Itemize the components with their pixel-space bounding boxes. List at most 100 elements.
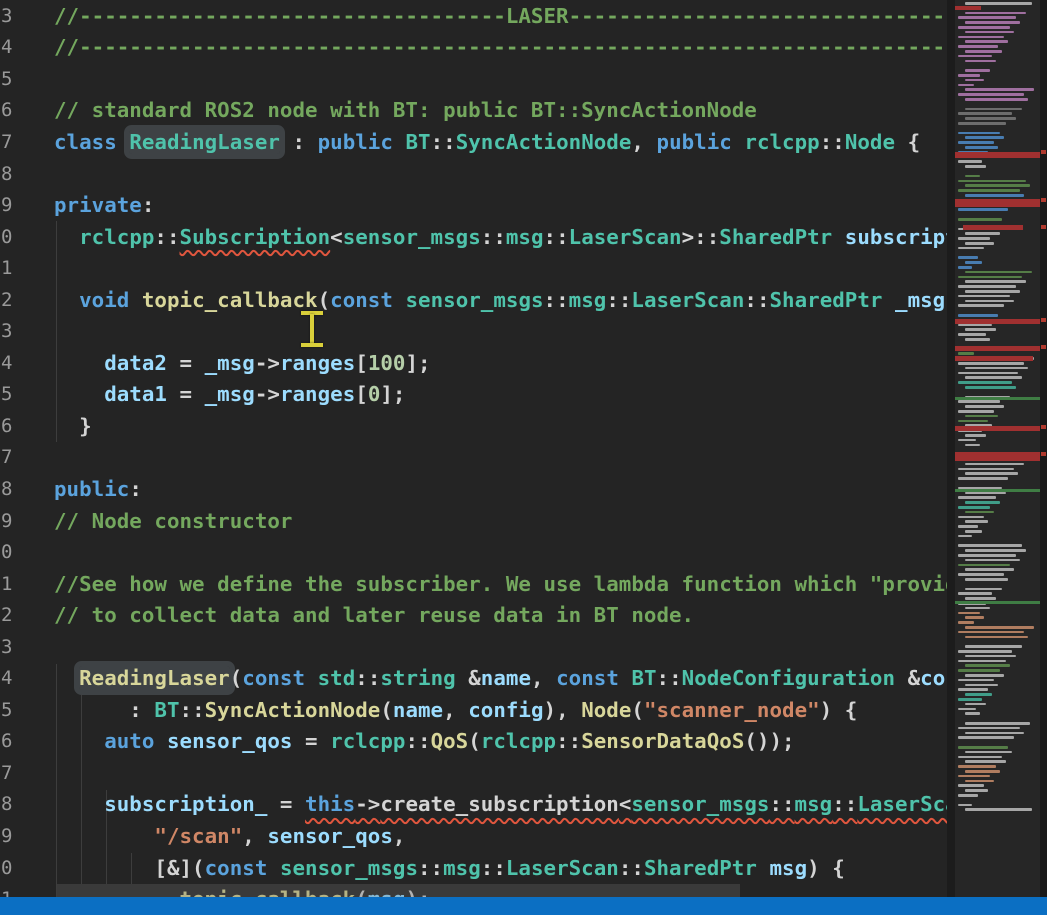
- minimap-code-row: [965, 2, 1032, 5]
- overview-ruler-scrollbar[interactable]: [1040, 0, 1047, 897]
- code-line-text: "/scan", sensor_qos,: [14, 824, 405, 848]
- minimap-code-row: [958, 247, 984, 250]
- code-line[interactable]: 3: [0, 631, 947, 663]
- code-line-text: data1 = _msg->ranges[0];: [14, 382, 405, 406]
- code-line[interactable]: 9// Node constructor: [0, 505, 947, 537]
- line-number[interactable]: 7: [0, 131, 14, 153]
- line-number[interactable]: 4: [0, 352, 14, 374]
- code-line[interactable]: 0 rclcpp::Subscription<sensor_msgs::msg:…: [0, 221, 947, 253]
- code-line-text: public:: [14, 477, 142, 501]
- code-line[interactable]: 2// to collect data and later reuse data…: [0, 599, 947, 631]
- code-line[interactable]: 5 : BT::SyncActionNode(name, config), No…: [0, 694, 947, 726]
- minimap-code-row: [965, 664, 1010, 667]
- code-line[interactable]: 7class ReadingLaser : public BT::SyncAct…: [0, 126, 947, 158]
- code-line[interactable]: 6 }: [0, 410, 947, 442]
- line-number[interactable]: 2: [0, 604, 14, 626]
- code-editor-viewport[interactable]: 3//----------------------------------LAS…: [0, 0, 947, 897]
- minimap-code-row: [958, 525, 978, 528]
- code-line[interactable]: 6 auto sensor_qos = rclcpp::QoS(rclcpp::…: [0, 726, 947, 758]
- minimap-code-row: [958, 784, 984, 787]
- code-line[interactable]: 4 ReadingLaser(const std::string &name, …: [0, 662, 947, 694]
- code-line[interactable]: 8: [0, 158, 947, 190]
- code-line[interactable]: 2 void topic_callback(const sensor_msgs:…: [0, 284, 947, 316]
- line-number[interactable]: 8: [0, 478, 14, 500]
- minimap-error-marker: [955, 319, 1040, 324]
- overview-ruler-error-mark: [1041, 225, 1046, 229]
- code-line[interactable]: 3//----------------------------------LAS…: [0, 0, 947, 32]
- minimap-code-row: [958, 506, 990, 509]
- line-number[interactable]: 4: [0, 36, 14, 58]
- line-number[interactable]: 3: [0, 636, 14, 658]
- minimap-code-row: [958, 621, 974, 624]
- line-number[interactable]: 1: [0, 573, 14, 595]
- minimap-code-row: [965, 684, 998, 687]
- code-line[interactable]: 8 subscription_ = this->create_subscript…: [0, 789, 947, 821]
- code-line-text: data2 = _msg->ranges[100];: [14, 351, 431, 375]
- code-line[interactable]: 1//See how we define the subscriber. We …: [0, 568, 947, 600]
- line-number[interactable]: 0: [0, 226, 14, 248]
- line-number[interactable]: 5: [0, 383, 14, 405]
- line-number[interactable]: 9: [0, 194, 14, 216]
- minimap-code-row: [958, 496, 996, 499]
- code-line[interactable]: 3: [0, 315, 947, 347]
- code-line-text: //See how we define the subscriber. We u…: [14, 572, 947, 596]
- editor-minimap-divider: [947, 0, 955, 897]
- line-number[interactable]: 8: [0, 793, 14, 815]
- code-line[interactable]: 4 data2 = _msg->ranges[100];: [0, 347, 947, 379]
- minimap-code-row: [965, 271, 1032, 274]
- line-number[interactable]: 5: [0, 68, 14, 90]
- line-number[interactable]: 6: [0, 99, 14, 121]
- code-line[interactable]: 9private:: [0, 189, 947, 221]
- line-number[interactable]: 9: [0, 825, 14, 847]
- code-line[interactable]: 5: [0, 63, 947, 95]
- line-number[interactable]: 2: [0, 289, 14, 311]
- line-number[interactable]: 4: [0, 667, 14, 689]
- line-number[interactable]: 0: [0, 857, 14, 879]
- minimap-code-row: [965, 444, 980, 447]
- line-number[interactable]: 0: [0, 541, 14, 563]
- code-line[interactable]: 1: [0, 252, 947, 284]
- minimap[interactable]: [955, 0, 1040, 897]
- minimap-code-row: [965, 376, 1022, 379]
- line-number[interactable]: 7: [0, 446, 14, 468]
- code-line[interactable]: 6// standard ROS2 node with BT: public B…: [0, 95, 947, 127]
- minimap-code-row: [958, 16, 1016, 19]
- minimap-code-row: [965, 607, 990, 610]
- code-line[interactable]: 4//-------------------------------------…: [0, 32, 947, 64]
- minimap-code-row: [965, 472, 1018, 475]
- minimap-separator-line: [955, 489, 1040, 492]
- line-number[interactable]: 5: [0, 699, 14, 721]
- line-number[interactable]: 3: [0, 320, 14, 342]
- code-line[interactable]: 7: [0, 442, 947, 474]
- code-line[interactable]: 8public:: [0, 473, 947, 505]
- overview-ruler-error-mark: [1041, 452, 1046, 456]
- minimap-code-row: [965, 136, 1004, 139]
- line-number[interactable]: 8: [0, 163, 14, 185]
- overview-ruler-error-mark: [1041, 345, 1046, 349]
- line-number[interactable]: 7: [0, 762, 14, 784]
- minimap-code-row: [958, 708, 976, 711]
- minimap-code-row: [965, 780, 994, 783]
- minimap-code-row: [958, 372, 1018, 375]
- line-number[interactable]: 1: [0, 257, 14, 279]
- code-line-text: //----------------------------------LASE…: [14, 4, 947, 28]
- minimap-code-row: [958, 650, 1012, 653]
- minimap-code-row: [965, 108, 1022, 111]
- code-line[interactable]: 0 [&](const sensor_msgs::msg::LaserScan:…: [0, 852, 947, 884]
- code-line[interactable]: 1 topic_callback(msg);: [0, 883, 947, 897]
- line-number[interactable]: 3: [0, 5, 14, 27]
- minimap-code-row: [958, 756, 1002, 759]
- minimap-error-marker: [955, 356, 1033, 361]
- code-line[interactable]: 7: [0, 757, 947, 789]
- line-number[interactable]: 1: [0, 888, 14, 897]
- line-number[interactable]: 6: [0, 415, 14, 437]
- line-number[interactable]: 9: [0, 510, 14, 532]
- line-number[interactable]: 6: [0, 730, 14, 752]
- code-line[interactable]: 0: [0, 536, 947, 568]
- code-line-text: auto sensor_qos = rclcpp::QoS(rclcpp::Se…: [14, 729, 795, 753]
- code-line[interactable]: 9 "/scan", sensor_qos,: [0, 820, 947, 852]
- minimap-code-row: [958, 669, 1000, 672]
- minimap-code-row: [958, 775, 990, 778]
- code-line-text: void topic_callback(const sensor_msgs::m…: [14, 288, 947, 312]
- code-line[interactable]: 5 data1 = _msg->ranges[0];: [0, 379, 947, 411]
